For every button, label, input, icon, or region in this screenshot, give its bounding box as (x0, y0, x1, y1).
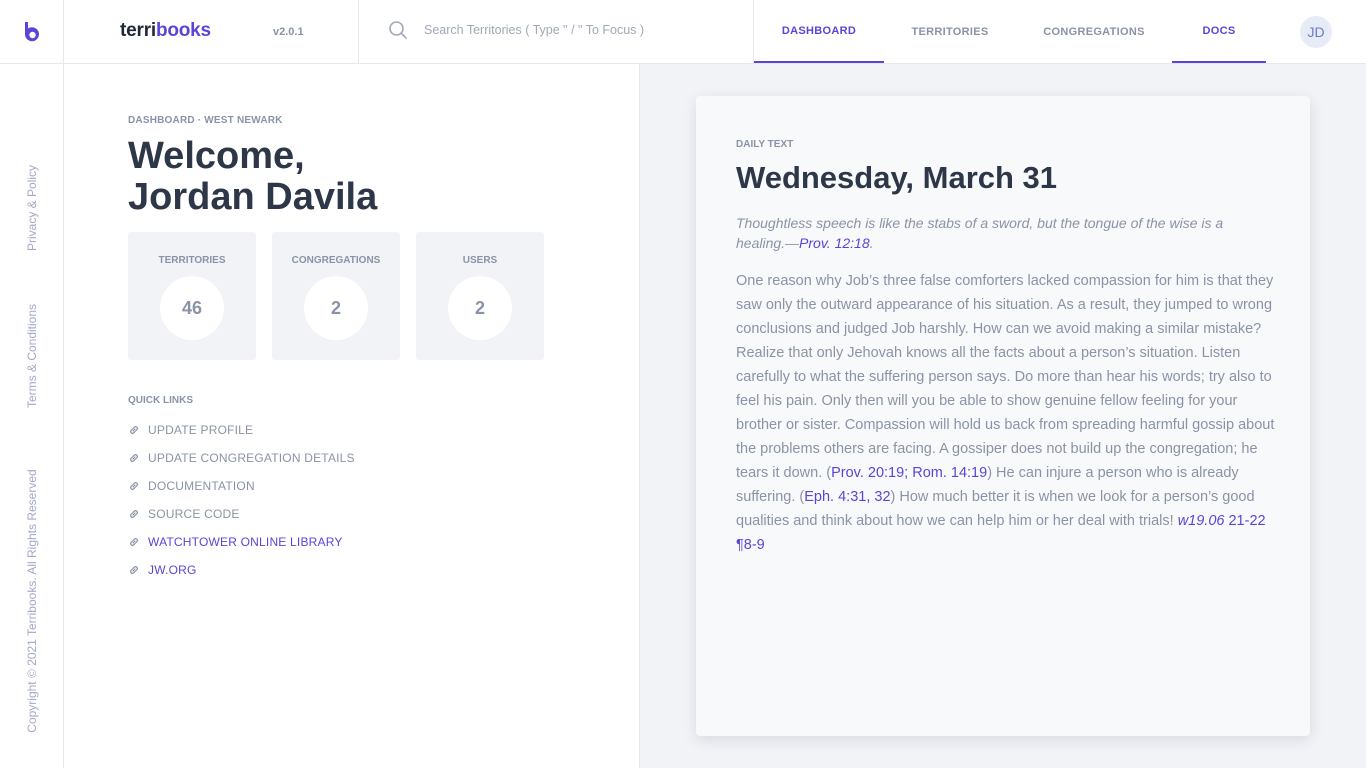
body-text: One reason why Job’s three false comfort… (736, 273, 1275, 481)
quick-link-label: UPDATE PROFILE (148, 423, 254, 437)
daily-text-date: Wednesday, March 31 (736, 160, 1058, 195)
scripture-link[interactable]: Prov. 12:18 (799, 235, 870, 251)
search-icon (389, 21, 407, 39)
nav-congregations[interactable]: CONGREGATIONS (1030, 0, 1158, 63)
logo[interactable] (0, 0, 64, 63)
stat-card-users[interactable]: USERS 2 (416, 232, 544, 360)
scripture-link[interactable]: Prov. 20:19; Rom. 14:19 (831, 465, 987, 481)
publication-link[interactable]: w19.06 (1178, 513, 1225, 529)
link-icon (130, 538, 138, 546)
daily-text-card: DAILY TEXT Wednesday, March 31 Thoughtle… (696, 96, 1310, 736)
divider (358, 0, 359, 63)
stat-label: USERS (462, 255, 498, 266)
brand-part-2: books (155, 20, 211, 41)
quick-link-label: UPDATE CONGREGATION DETAILS (148, 451, 355, 465)
stat-card-congregations[interactable]: CONGREGATIONS 2 (272, 232, 400, 360)
quick-link-update-congregation[interactable]: UPDATE CONGREGATION DETAILS (128, 451, 355, 465)
page-title: Welcome, Jordan Davila (128, 136, 377, 218)
quick-links-title: QUICK LINKS (128, 395, 193, 406)
quick-link-label: JW.ORG (148, 563, 197, 577)
welcome-line-1: Welcome, (128, 135, 305, 177)
stat-card-territories[interactable]: TERRITORIES 46 (128, 232, 256, 360)
daily-text-body: One reason why Job’s three false comfort… (736, 269, 1276, 557)
quick-link-update-profile[interactable]: UPDATE PROFILE (128, 423, 253, 437)
stat-label: TERRITORIES (158, 255, 226, 266)
avatar[interactable]: JD (1300, 16, 1332, 48)
quick-link-jw-org[interactable]: JW.ORG (128, 563, 197, 577)
logo-icon (24, 21, 39, 41)
stat-value: 2 (304, 276, 368, 340)
stat-value: 2 (448, 276, 512, 340)
welcome-line-2: Jordan Davila (128, 176, 378, 218)
brand-name[interactable]: terribooks (120, 20, 211, 42)
terms-link[interactable]: Terms & Conditions (25, 304, 39, 408)
quick-link-label: SOURCE CODE (148, 507, 240, 521)
brand-part-1: terri (120, 20, 156, 41)
dashboard-panel: DASHBOARD · WEST NEWARK Welcome, Jordan … (64, 64, 640, 768)
stat-label: CONGREGATIONS (291, 255, 381, 266)
quote-end: . (869, 235, 874, 251)
privacy-link[interactable]: Privacy & Policy (25, 165, 39, 251)
daily-text-quote: Thoughtless speech is like the stabs of … (736, 213, 1276, 253)
link-icon (130, 566, 138, 574)
daily-text-panel: DAILY TEXT Wednesday, March 31 Thoughtle… (640, 64, 1366, 768)
stat-value: 46 (160, 276, 224, 340)
version-label: v2.0.1 (273, 26, 304, 38)
link-icon (130, 454, 138, 462)
link-icon (130, 426, 138, 434)
quick-link-label: WATCHTOWER ONLINE LIBRARY (148, 535, 343, 549)
nav-docs[interactable]: DOCS (1172, 0, 1266, 63)
search-input[interactable]: Search Territories ( Type " / " To Focus… (424, 23, 644, 37)
link-icon (130, 510, 138, 518)
side-strip: Privacy & Policy Terms & Conditions Copy… (0, 64, 64, 768)
quick-link-source-code[interactable]: SOURCE CODE (128, 507, 240, 521)
nav-territories[interactable]: TERRITORIES (886, 0, 1014, 63)
quick-link-label: DOCUMENTATION (148, 479, 255, 493)
copyright-text: Copyright © 2021 Terribooks. All Rights … (25, 469, 39, 733)
scripture-link[interactable]: Eph. 4:31, 32 (804, 489, 890, 505)
quick-link-watchtower-library[interactable]: WATCHTOWER ONLINE LIBRARY (128, 535, 343, 549)
link-icon (130, 482, 138, 490)
breadcrumb: DASHBOARD · WEST NEWARK (128, 115, 283, 126)
daily-text-label: DAILY TEXT (736, 139, 794, 150)
nav-dashboard[interactable]: DASHBOARD (754, 0, 884, 63)
quick-link-documentation[interactable]: DOCUMENTATION (128, 479, 255, 493)
top-bar: terribooks v2.0.1 Search Territories ( T… (0, 0, 1366, 64)
search-bar[interactable]: Search Territories ( Type " / " To Focus… (388, 20, 644, 40)
